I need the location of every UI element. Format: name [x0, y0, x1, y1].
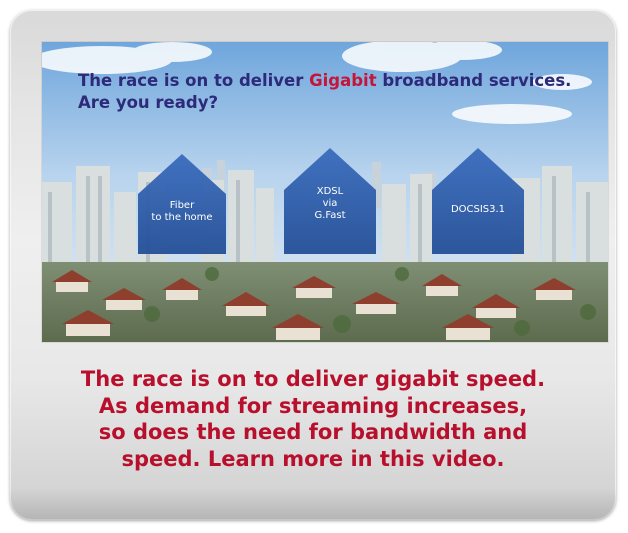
house-docsis-label: DOCSIS3.1: [450, 204, 506, 215]
video-thumbnail[interactable]: The race is on to deliver Gigabit broadb…: [42, 42, 608, 342]
house-fiber-label: Fiber to the home: [151, 200, 213, 223]
house-xdsl-label: XDSL via G.Fast: [314, 186, 346, 221]
video-headline: The race is on to deliver Gigabit broadb…: [78, 71, 572, 112]
video-caption: The race is on to deliver gigabit speed.…: [80, 367, 546, 471]
